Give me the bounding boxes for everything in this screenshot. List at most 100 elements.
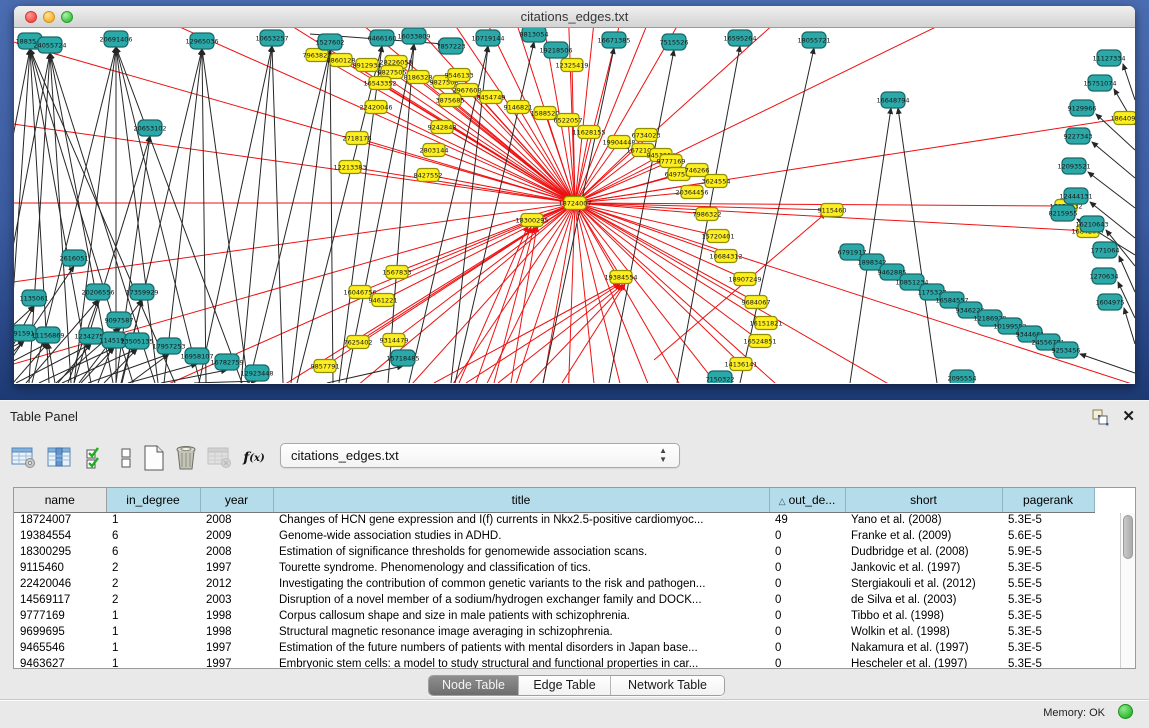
close-panel-icon[interactable]: ✕ xyxy=(1122,407,1135,425)
cell: 1 xyxy=(106,656,200,669)
float-panel-icon[interactable] xyxy=(1091,408,1109,426)
table-row[interactable]: 1830029562008Estimation of significance … xyxy=(14,544,1094,560)
graph-node-label: 7857223 xyxy=(437,42,466,50)
cell: Estimation of the future numbers of pati… xyxy=(273,640,769,656)
create-column-icon[interactable] xyxy=(140,443,168,473)
table-scrollbar-thumb[interactable] xyxy=(1123,515,1133,559)
table-toolbar: f(x) citations_edges.txt ▲▼ xyxy=(0,441,1149,479)
cell: 5.6E-5 xyxy=(1002,528,1094,544)
cell: Corpus callosum shape and size in male p… xyxy=(273,608,769,624)
cell: 18300295 xyxy=(14,544,106,560)
table-row[interactable]: 946362711997Embryonic stem cells: a mode… xyxy=(14,656,1094,669)
cell: Nakamura et al. (1997) xyxy=(845,640,1002,656)
table-row[interactable]: 1872400712008Changes of HCN gene express… xyxy=(14,512,1094,528)
cell: 5.3E-5 xyxy=(1002,656,1094,669)
window-titlebar[interactable]: citations_edges.txt xyxy=(14,6,1135,28)
column-header-out_de[interactable]: △out_de... xyxy=(769,488,845,512)
cell: Yano et al. (2008) xyxy=(845,512,1002,528)
graph-node-label: 18055721 xyxy=(797,36,830,44)
column-header-title[interactable]: title xyxy=(273,488,769,512)
graph-node-label: 19904448 xyxy=(602,138,635,146)
graph-node-label: 9115460 xyxy=(818,206,847,214)
citation-network-graph[interactable]: 1872400712325419796382288601288912934282… xyxy=(14,28,1135,383)
graph-node-label: 8427552 xyxy=(414,171,443,179)
table-row[interactable]: 1456911722003Disruption of a novel membe… xyxy=(14,592,1094,608)
graph-node-label: 10719144 xyxy=(471,34,504,42)
tab-network-table[interactable]: Network Table xyxy=(611,676,724,695)
graph-node-label: 12444131 xyxy=(1059,192,1092,200)
graph-node-label: 16046756 xyxy=(343,288,376,296)
table-row[interactable]: 1938455462009Genome-wide association stu… xyxy=(14,528,1094,544)
cell: 9699695 xyxy=(14,624,106,640)
cell: 18724007 xyxy=(14,512,106,528)
show-columns-icon[interactable] xyxy=(46,443,74,473)
graph-node-label: 9546133 xyxy=(445,71,474,79)
table-row[interactable]: 911546021997Tourette syndrome. Phenomeno… xyxy=(14,560,1094,576)
table-row[interactable]: 2242004622012Investigating the contribut… xyxy=(14,576,1094,592)
delete-table-icon[interactable] xyxy=(206,443,234,473)
delete-columns-icon[interactable] xyxy=(172,443,200,473)
tab-edge-table[interactable]: Edge Table xyxy=(519,676,611,695)
graph-node-label: 9242848 xyxy=(428,123,457,131)
table-row[interactable]: 969969511998Structural magnetic resonanc… xyxy=(14,624,1094,640)
column-header-pagerank[interactable]: pagerank xyxy=(1002,488,1094,512)
table-tabs: Node TableEdge TableNetwork Table xyxy=(428,675,725,696)
graph-node-label: 2803144 xyxy=(420,146,449,154)
graph-node-label: 7625402 xyxy=(344,338,373,346)
column-header-in_degree[interactable]: in_degree xyxy=(106,488,200,512)
graph-node-label: 16210643 xyxy=(1075,220,1108,228)
graph-node-label: 24055724 xyxy=(33,41,66,49)
cell: 0 xyxy=(769,544,845,560)
table-scrollbar[interactable] xyxy=(1120,513,1135,668)
cell: 2003 xyxy=(200,592,273,608)
graph-node-label: 16151821 xyxy=(749,319,782,327)
cell: 9463627 xyxy=(14,656,106,669)
graph-node-label: 12093521 xyxy=(1057,162,1090,170)
graph-node-label: 12965036 xyxy=(185,37,218,45)
column-header-year[interactable]: year xyxy=(200,488,273,512)
row-height-icon[interactable] xyxy=(112,443,140,473)
graph-node-label: 16543352 xyxy=(363,79,396,87)
cell: Hescheler et al. (1997) xyxy=(845,656,1002,669)
graph-node-label: 7986322 xyxy=(693,210,722,218)
network-canvas[interactable]: 1872400712325419796382288601288912934282… xyxy=(14,28,1135,383)
cell: de Silva et al. (2003) xyxy=(845,592,1002,608)
cell: 5.3E-5 xyxy=(1002,512,1094,528)
graph-node-label: 11127334 xyxy=(1092,54,1125,62)
cell: 2 xyxy=(106,560,200,576)
graph-node-label: 15751074 xyxy=(1083,79,1116,87)
graph-node-label: 2095554 xyxy=(948,374,977,382)
column-header-name[interactable]: name xyxy=(14,488,106,512)
cell: Dudbridge et al. (2008) xyxy=(845,544,1002,560)
table-row[interactable]: 977716911998Corpus callosum shape and si… xyxy=(14,608,1094,624)
cell: 49 xyxy=(769,512,845,528)
status-bar: Memory: OK xyxy=(0,699,1149,728)
tab-node-table[interactable]: Node Table xyxy=(429,676,519,695)
function-builder-icon[interactable]: f(x) xyxy=(240,443,268,473)
cell: Estimation of significance thresholds fo… xyxy=(273,544,769,560)
cell: 1997 xyxy=(200,656,273,669)
column-header-short[interactable]: short xyxy=(845,488,1002,512)
graph-node-label: 3624554 xyxy=(702,177,731,185)
selection-checks-icon[interactable] xyxy=(82,443,110,473)
table-panel: Table Panel ✕ f(x) xyxy=(0,400,1149,727)
graph-node-label: 13505135 xyxy=(120,337,153,345)
cell: 5.5E-5 xyxy=(1002,576,1094,592)
network-window[interactable]: citations_edges.txt 18724007123254197963… xyxy=(14,6,1135,384)
table-row[interactable]: 946554611997Estimation of the future num… xyxy=(14,640,1094,656)
cell: 0 xyxy=(769,640,845,656)
node-table[interactable]: namein_degreeyeartitle△out_de...shortpag… xyxy=(13,487,1136,669)
cell: Structural magnetic resonance image aver… xyxy=(273,624,769,640)
graph-node-label: 15720401 xyxy=(701,232,734,240)
graph-node-label: 9314479 xyxy=(380,336,409,344)
table-select-dropdown[interactable]: citations_edges.txt ▲▼ xyxy=(280,443,680,468)
graph-node-label: 16648794 xyxy=(876,96,909,104)
graph-node-label: 1135061 xyxy=(20,294,49,302)
graph-node-label: 18300295 xyxy=(515,216,548,224)
cell: 1 xyxy=(106,624,200,640)
memory-status-indicator xyxy=(1118,704,1133,719)
table-mode-icon[interactable] xyxy=(10,443,38,473)
cell: 2 xyxy=(106,576,200,592)
cell: Investigating the contribution of common… xyxy=(273,576,769,592)
cell: 19384554 xyxy=(14,528,106,544)
